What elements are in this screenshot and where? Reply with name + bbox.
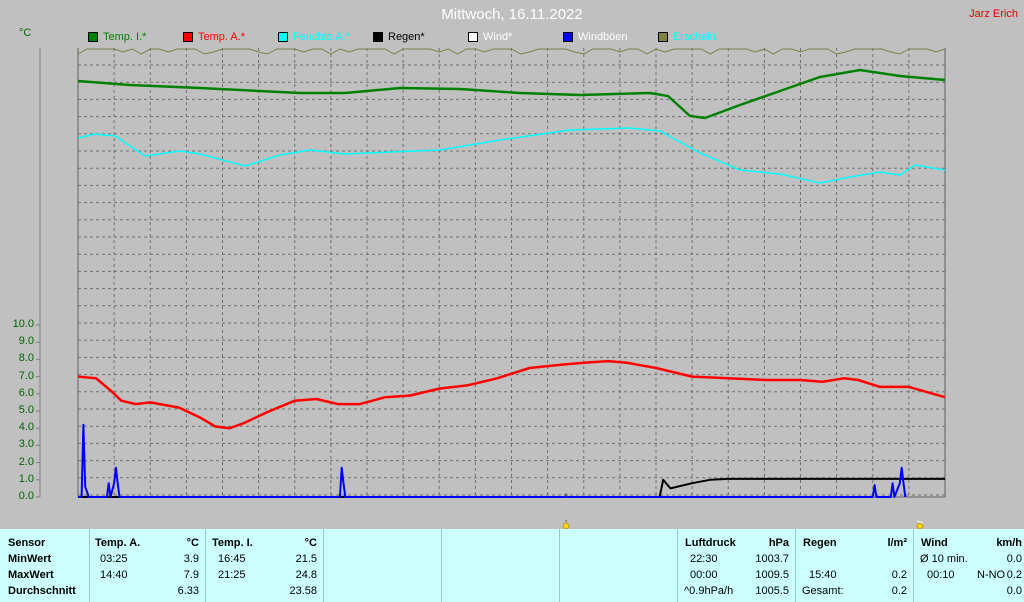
wind-gust-direction: N-NO <box>977 569 1006 581</box>
temp-a-max-time: 14:40 <box>100 569 128 581</box>
stats-col-empty-2 <box>442 529 560 602</box>
stats-col-pressure: Luftdruck hPa 22:30 1003.7 00:00 1009.5 … <box>678 529 796 602</box>
stats-row-min: MinWert <box>8 553 52 565</box>
rain-header: Regen <box>803 537 837 549</box>
chart-area <box>36 48 946 498</box>
stats-panel: Sensor MinWert MaxWert Durchschnitt Temp… <box>0 529 1024 602</box>
temp-i-max-time: 21:25 <box>218 569 246 581</box>
pressure-trend-value: 1005.5 <box>755 585 789 597</box>
y-tick-label: 6.0 <box>18 386 34 399</box>
legend-item-temp-a[interactable]: Temp. A.* <box>183 31 245 43</box>
temp-a-unit: °C <box>186 537 199 549</box>
wind-gust-time: 00:10 <box>927 569 955 581</box>
temp-i-min-value: 21.5 <box>295 553 317 565</box>
pressure-min-value: 1003.7 <box>755 553 789 565</box>
stats-col-empty-3 <box>560 529 678 602</box>
y-tick-label: 3.0 <box>18 438 34 451</box>
y-tick-label: 4.0 <box>18 421 34 434</box>
temp-a-min-value: 3.9 <box>183 553 199 565</box>
legend-item-temp-i[interactable]: Temp. I.* <box>88 31 146 43</box>
sunset-icon <box>915 517 925 530</box>
wind-gust-value: 0.2 <box>1006 569 1022 581</box>
y-tick-label: 10.0 <box>12 318 34 330</box>
wind-last-value: 0.0 <box>1006 585 1022 597</box>
stats-header-sensor: Sensor <box>8 537 46 549</box>
y-tick-label: 8.0 <box>18 352 34 365</box>
rain-total-label: Gesamt: <box>802 585 844 597</box>
y-tick-label: 5.0 <box>18 404 34 416</box>
pressure-min-time: 22:30 <box>690 553 718 565</box>
pressure-trend-label: ^0.9hPa/h <box>684 585 734 597</box>
stats-col-empty-1 <box>324 529 442 602</box>
legend-item-windboeen[interactable]: Windböen <box>563 31 628 43</box>
sunrise-icon <box>561 517 571 530</box>
rain-unit: l/m² <box>887 537 907 549</box>
y-unit-label: °C <box>19 27 32 39</box>
wind-unit: km/h <box>996 537 1022 549</box>
temp-i-header: Temp. I. <box>212 537 253 549</box>
y-tick-label: 9.0 <box>18 335 34 348</box>
series-marker <box>564 493 568 497</box>
stats-col-rain: Regen l/m² 15:40 0.2 Gesamt: 0.2 <box>796 529 914 602</box>
rain-total-value: 0.2 <box>891 585 907 597</box>
author-label: Jarz Erich <box>969 8 1018 20</box>
legend-item-erschein[interactable]: Erschein. <box>658 31 719 43</box>
legend-item-wind[interactable]: Wind* <box>468 31 512 43</box>
stats-row-max: MaxWert <box>8 569 54 581</box>
pressure-max-value: 1009.5 <box>755 569 789 581</box>
wind-header: Wind <box>921 537 948 549</box>
temp-a-header: Temp. A. <box>95 537 141 549</box>
temp-i-avg-value: 23.58 <box>289 585 317 597</box>
temp-a-min-time: 03:25 <box>100 553 128 565</box>
rain-max-value: 0.2 <box>891 569 907 581</box>
stats-col-wind: Wind km/h Ø 10 min. 0.0 00:10 N-NO 0.2 0… <box>914 529 1024 602</box>
stats-row-avg: Durchschnitt <box>8 585 76 597</box>
stats-col-temp-a: Temp. A. °C 03:25 3.9 14:40 7.9 6.33 <box>90 529 206 602</box>
pressure-unit: hPa <box>768 537 789 549</box>
y-tick-label: 7.0 <box>18 369 34 382</box>
wind-avg-value: 0.0 <box>1006 553 1022 565</box>
temp-a-avg-value: 6.33 <box>177 585 199 597</box>
legend-item-regen[interactable]: Regen* <box>373 31 425 43</box>
stats-col-temp-i: Temp. I. °C 16:45 21.5 21:25 24.8 23.58 <box>206 529 324 602</box>
y-tick-label: 0.0 <box>18 490 34 502</box>
rain-max-time: 15:40 <box>809 569 837 581</box>
y-tick-label: 1.0 <box>18 472 34 485</box>
temp-i-max-value: 24.8 <box>295 569 317 581</box>
temp-i-unit: °C <box>304 537 317 549</box>
temp-i-min-time: 16:45 <box>218 553 246 565</box>
chart-title: Mittwoch, 16.11.2022 <box>441 6 583 23</box>
temp-a-max-value: 7.9 <box>183 569 199 581</box>
legend-item-feuchte[interactable]: Feuchte A.* <box>278 31 350 43</box>
pressure-max-time: 00:00 <box>690 569 718 581</box>
series-line-temp-a <box>77 359 946 430</box>
pressure-header: Luftdruck <box>685 537 736 549</box>
y-tick-label: 2.0 <box>18 455 34 468</box>
wind-avg-label: Ø 10 min. <box>920 553 968 565</box>
stats-col-sensor: Sensor MinWert MaxWert Durchschnitt <box>0 529 90 602</box>
